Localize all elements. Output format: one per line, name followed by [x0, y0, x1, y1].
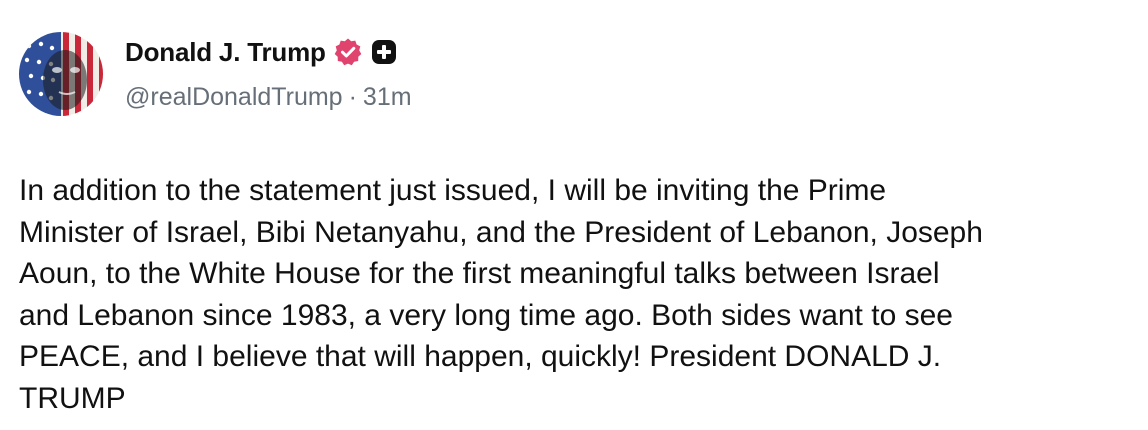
post-timestamp[interactable]: 31m	[363, 83, 412, 111]
user-handle[interactable]: @realDonaldTrump	[125, 83, 343, 111]
post-header: Donald J. Trump @realDonaldTrump · 31m	[125, 34, 412, 112]
meta-row: @realDonaldTrump · 31m	[125, 83, 412, 112]
plus-square-icon	[371, 39, 397, 65]
post-card: Donald J. Trump @realDonaldTrump · 31m In …	[0, 0, 1148, 430]
name-row: Donald J. Trump	[125, 34, 412, 70]
post-body-text: In addition to the statement just issued…	[19, 174, 983, 415]
display-name[interactable]: Donald J. Trump	[125, 37, 326, 68]
verified-badge-icon	[333, 37, 363, 67]
meta-separator: ·	[348, 83, 357, 111]
avatar[interactable]	[19, 32, 103, 116]
